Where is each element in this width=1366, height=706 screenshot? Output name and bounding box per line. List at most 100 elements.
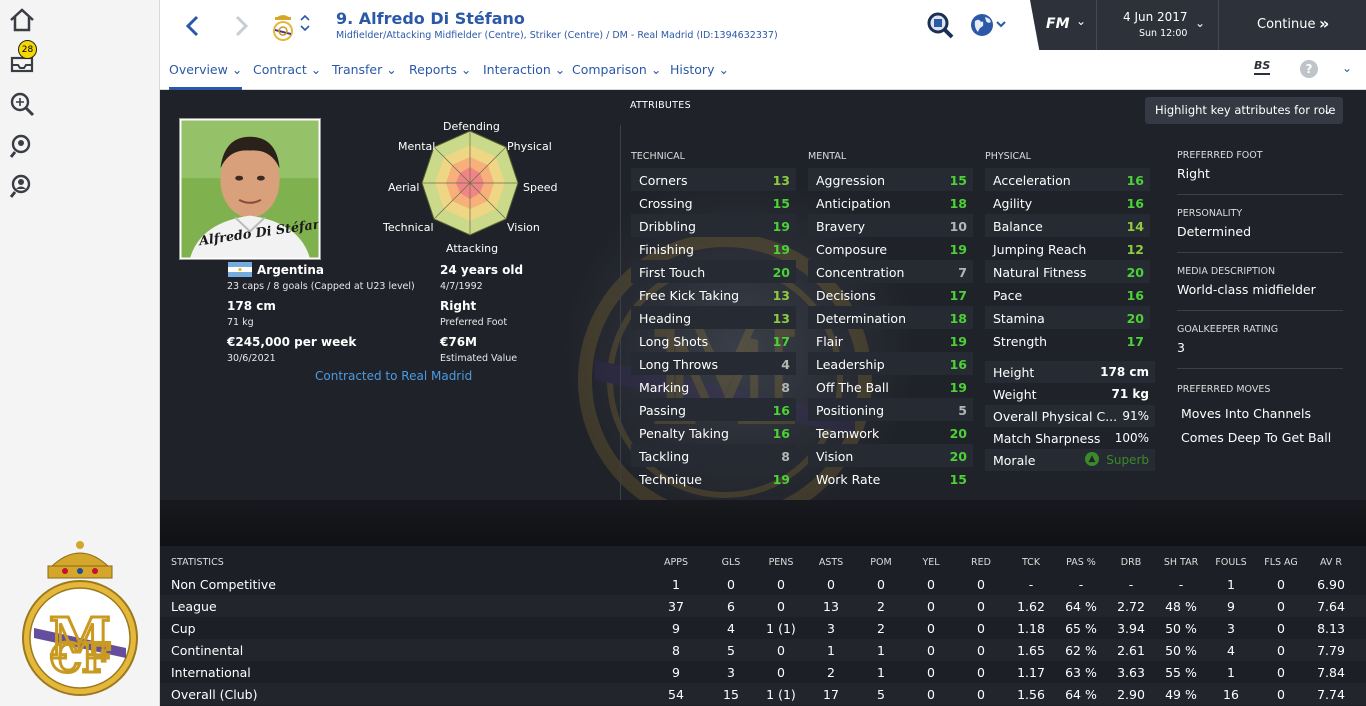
column-header[interactable]: GLS	[706, 557, 756, 568]
column-header[interactable]: YEL	[906, 557, 956, 568]
attribute-row[interactable]: Stamina 20	[985, 306, 1150, 329]
sidebar-item-home[interactable]: Home	[6, 4, 156, 34]
current-time: Sun 12:00	[1139, 28, 1188, 39]
sidebar-item-shortlist[interactable]: Shortlist	[6, 88, 156, 118]
tab-reports[interactable]: Reports ⌄	[409, 62, 471, 77]
column-header[interactable]: APPS	[651, 557, 701, 568]
club-switch-chevrons[interactable]	[300, 13, 310, 37]
column-header[interactable]: FOULS	[1206, 557, 1256, 568]
attribute-row[interactable]: Leadership 16	[808, 352, 973, 375]
attribute-row[interactable]: Aggression 15	[808, 168, 973, 191]
attribute-row[interactable]: Penalty Taking 16	[631, 421, 796, 444]
continue-button[interactable]: Continue »	[1218, 0, 1366, 50]
attribute-row[interactable]: Finishing 19	[631, 237, 796, 260]
attribute-row[interactable]: Dribbling 19	[631, 214, 796, 237]
attribute-row[interactable]: Marking 8	[631, 375, 796, 398]
column-header[interactable]: POM	[856, 557, 906, 568]
table-row[interactable]: League 37 6 0 13 2 0 0 1.62 64 % 2.72 48 % 9 0 7.64	[160, 595, 1366, 617]
highlight-role-dropdown[interactable]: Highlight key attributes for role ⌄	[1145, 97, 1343, 124]
nationality[interactable]: Argentina	[257, 263, 324, 277]
bs-button[interactable]: BS	[1254, 59, 1271, 75]
tab-transfer[interactable]: Transfer ⌄	[332, 62, 397, 77]
club-badge-icon[interactable]	[270, 12, 296, 42]
table-cell: 50 %	[1165, 621, 1197, 636]
column-header[interactable]: SH TAR	[1156, 557, 1206, 568]
physical-extra-value: 100%	[1114, 431, 1149, 445]
attribute-row[interactable]: Technique 19	[631, 467, 796, 490]
column-header[interactable]: RED	[956, 557, 1006, 568]
attribute-row[interactable]: First Touch 20	[631, 260, 796, 283]
attribute-row[interactable]: Strength 17	[985, 329, 1150, 352]
preferred-move[interactable]: Moves Into Channels	[1177, 402, 1343, 425]
attribute-row[interactable]: Tackling 8	[631, 444, 796, 467]
attribute-row[interactable]: Composure 19	[808, 237, 973, 260]
international-caps: 23 caps / 8 goals (Capped at U23 level)	[227, 281, 415, 292]
table-row[interactable]: Cup 9 4 1 (1) 3 2 0 0 1.18 65 % 3.94 50 % 3 0 8.13	[160, 617, 1366, 639]
tab-contract[interactable]: Contract ⌄	[253, 62, 321, 77]
attribute-row[interactable]: Passing 16	[631, 398, 796, 421]
attribute-row[interactable]: Positioning 5	[808, 398, 973, 421]
attribute-row[interactable]: Natural Fitness 20	[985, 260, 1150, 283]
attribute-row[interactable]: Flair 19	[808, 329, 973, 352]
table-row[interactable]: Continental 8 5 0 1 1 0 0 1.65 62 % 2.61 50 % 4 0 7.79	[160, 639, 1366, 661]
tab-comparison[interactable]: Comparison ⌄	[572, 62, 661, 77]
attribute-row[interactable]: Acceleration 16	[985, 168, 1150, 191]
world-menu-button[interactable]	[970, 12, 1008, 42]
attribute-row[interactable]: Jumping Reach 12	[985, 237, 1150, 260]
attribute-name: Pace	[993, 288, 1023, 303]
attribute-row[interactable]: Bravery 10	[808, 214, 973, 237]
preferred-move-label: Comes Deep To Get Ball	[1181, 430, 1332, 445]
tab-history[interactable]: History ⌄	[670, 62, 729, 77]
column-header[interactable]: PAS %	[1056, 557, 1106, 568]
date-display[interactable]: 4 Jun 2017 Sun 12:00 ⌄	[1096, 0, 1218, 50]
tab-interaction[interactable]: Interaction ⌄	[483, 62, 565, 77]
sidebar-item-job-security[interactable]: Job Security	[6, 170, 156, 200]
back-icon[interactable]	[182, 14, 204, 38]
attribute-row[interactable]: Heading 13	[631, 306, 796, 329]
tab-overview[interactable]: Overview ⌄	[169, 62, 243, 90]
attribute-value: 19	[949, 380, 967, 395]
attribute-row[interactable]: Anticipation 18	[808, 191, 973, 214]
attribute-row[interactable]: Long Throws 4	[631, 352, 796, 375]
attribute-value: 10	[949, 219, 967, 234]
attribute-row[interactable]: Free Kick Taking 13	[631, 283, 796, 306]
table-row[interactable]: Non Competitive 1 0 0 0 0 0 0 - - - - 1 0 6.90	[160, 573, 1366, 595]
attribute-row[interactable]: Vision 20	[808, 444, 973, 467]
attribute-row[interactable]: Agility 16	[985, 191, 1150, 214]
column-header[interactable]: PENS	[756, 557, 806, 568]
attribute-row[interactable]: Work Rate 15	[808, 467, 973, 490]
column-header[interactable]: FLS AG	[1256, 557, 1306, 568]
help-icon[interactable]: ?	[1300, 60, 1318, 78]
top-bar: 9. Alfredo Di Stéfano Midfielder/Attacki…	[160, 0, 1366, 90]
table-cell: 0	[777, 599, 785, 614]
chevron-down-icon[interactable]: ⌄	[1342, 61, 1352, 75]
attribute-name: Off The Ball	[816, 380, 889, 395]
attribute-row[interactable]: Off The Ball 19	[808, 375, 973, 398]
attribute-row[interactable]: Teamwork 20	[808, 421, 973, 444]
sidebar-item-job-centre[interactable]: Job Centre	[6, 130, 156, 160]
search-icon[interactable]	[925, 10, 955, 40]
attribute-value: 12	[1126, 242, 1144, 257]
forward-icon[interactable]	[230, 14, 252, 38]
attribute-row[interactable]: Decisions 17	[808, 283, 973, 306]
attribute-row[interactable]: Long Shots 17	[631, 329, 796, 352]
contract-status-link[interactable]: Contracted to Real Madrid	[315, 369, 472, 383]
attribute-row[interactable]: Concentration 7	[808, 260, 973, 283]
attribute-row[interactable]: Pace 16	[985, 283, 1150, 306]
attribute-row[interactable]: Balance 14	[985, 214, 1150, 237]
attribute-name: Finishing	[639, 242, 694, 257]
sidebar-item-inbox[interactable]: 28 Inbox	[6, 40, 156, 76]
shortlist-icon	[10, 92, 35, 117]
column-header[interactable]: ASTS	[806, 557, 856, 568]
preferred-move[interactable]: Comes Deep To Get Ball	[1177, 426, 1343, 449]
column-header[interactable]: TCK	[1006, 557, 1056, 568]
table-row[interactable]: International 9 3 0 2 1 0 0 1.17 63 % 3.63 55 % 1 0 7.…	[160, 661, 1366, 683]
table-row[interactable]: Overall (Club) 54 15 1 (1) 17 5 0 0 1.56 64 % 2.90…	[160, 683, 1366, 705]
attribute-row[interactable]: Crossing 15	[631, 191, 796, 214]
fm-menu-button[interactable]: FM ⌄	[1030, 0, 1096, 50]
attribute-row[interactable]: Corners 13	[631, 168, 796, 191]
column-header[interactable]: DRB	[1106, 557, 1156, 568]
column-header[interactable]: AV R	[1306, 557, 1356, 568]
attribute-row[interactable]: Determination 18	[808, 306, 973, 329]
row-label: League	[171, 599, 217, 614]
